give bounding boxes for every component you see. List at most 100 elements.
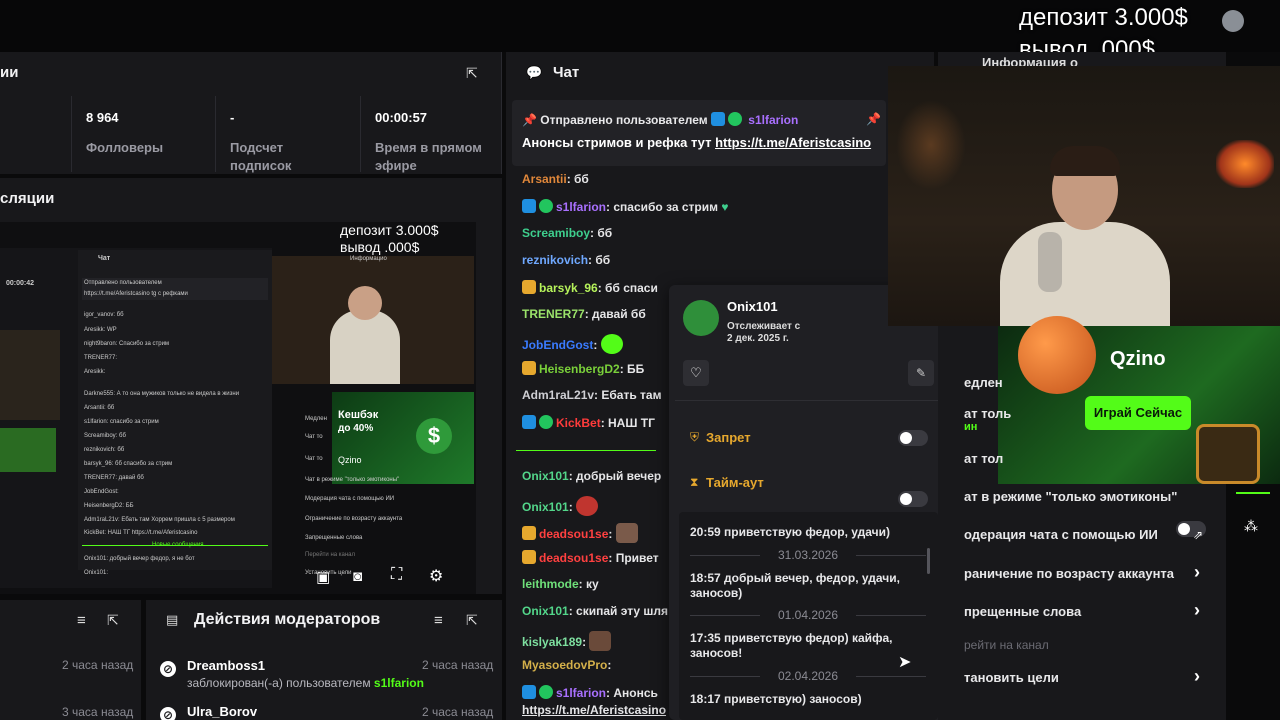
setting-age-restriction[interactable]: раничение по возрасту аккаунта (964, 566, 1174, 581)
chat-text: : спасибо за стрим (606, 200, 722, 214)
pinned-link[interactable]: https://t.me/Aferistcasino (715, 135, 871, 150)
chat-user[interactable]: s1lfarion (556, 686, 606, 700)
chat-user[interactable]: Onix101 (522, 469, 569, 483)
mouse-cursor-icon: ➤ (898, 654, 912, 671)
chat-user[interactable]: Onix101 (522, 500, 569, 514)
chat-text: : (608, 527, 613, 541)
setting-emotes-only[interactable]: ат в режиме "только эмотиконы" (964, 489, 1177, 504)
popout-icon-3[interactable]: ⇱ (466, 612, 478, 629)
chat-message: deadsou1se: Привет (522, 550, 659, 565)
chat-user[interactable]: deadsou1se (539, 527, 608, 541)
chevron-right-icon[interactable]: › (1194, 666, 1200, 687)
coin-icon (1222, 10, 1244, 32)
nested-line-0: Отправлено пользователем (84, 280, 162, 286)
nested-line-12: barsyk_96: бб спасибо за стрим (84, 461, 173, 467)
pinned-user[interactable]: s1lfarion (748, 113, 798, 127)
chat-user[interactable]: JobEndGost (522, 338, 593, 352)
settings-gear-icon[interactable]: ⚙ (429, 566, 443, 586)
chat-user[interactable]: barsyk_96 (539, 281, 598, 295)
dots-icon[interactable]: ⁂ (1244, 518, 1258, 535)
nested-webcam-person (330, 310, 400, 384)
chat-text: : Анонсь (606, 686, 658, 700)
mod-actions-title: Действия модераторов (194, 611, 381, 628)
nested-line-18: Onix101: добрый вечер федор, я не бот (84, 556, 195, 562)
hourglass-icon: ⧗ (690, 475, 699, 489)
chat-user[interactable]: TRENER77 (522, 307, 585, 321)
unpin-icon[interactable]: 📌 (866, 112, 881, 126)
ban-icon-2: ⊘ (160, 707, 176, 720)
filter-icon-2[interactable]: ≡ (434, 612, 443, 629)
chat-user[interactable]: MyasoedovPro (522, 658, 607, 672)
popout-icon[interactable]: ⇱ (466, 65, 478, 82)
setting-followers-only[interactable]: ат толь (964, 406, 1011, 421)
chat-user[interactable]: Onix101 (522, 604, 569, 618)
popout-icon-2[interactable]: ⇱ (107, 612, 119, 629)
setting-ai-moderation[interactable]: одерация чата с помощью ИИ (964, 527, 1158, 542)
setting-subs-only[interactable]: ат тол (964, 451, 1003, 466)
mute-icon[interactable]: ✎ (908, 360, 934, 386)
nested-line-7: Darkne555: А то она мужиков только не ви… (84, 391, 240, 397)
mod-row-by[interactable]: s1lfarion (374, 676, 424, 690)
verified-badge-icon (539, 685, 553, 699)
chat-user[interactable]: kislyak189 (522, 635, 582, 649)
filter-icon[interactable]: ≡ (77, 612, 86, 629)
chat-text: : ку (578, 577, 599, 591)
user-card-name[interactable]: Onix101 (727, 299, 778, 314)
emote-icon (600, 334, 623, 354)
camera-icon[interactable]: ◙ (353, 568, 362, 585)
chat-user[interactable]: reznikovich (522, 253, 588, 267)
chevron-right-icon[interactable]: › (1194, 600, 1200, 621)
chat-message: KickBet: НАШ ТГ (522, 415, 655, 430)
chat-message: MyasoedovPro: (522, 658, 611, 672)
chat-text: : Привет (608, 551, 659, 565)
chat-message: Onix101: добрый вечер (522, 469, 661, 483)
mod-row-name-1[interactable]: Ulra_Borov (187, 704, 257, 719)
chat-user[interactable]: Arsantii (522, 172, 567, 186)
chat-text: : (593, 338, 598, 352)
ban-label[interactable]: Запрет (706, 430, 751, 445)
follow-heart-icon[interactable]: ♡ (683, 360, 709, 386)
setting-slow-mode[interactable]: едлен (964, 375, 1003, 390)
fullscreen-icon[interactable]: ⛶ (391, 566, 402, 584)
user-card-following-date: 2 дек. 2025 г. (727, 333, 789, 344)
go-to-channel-link[interactable]: рейти на канал (964, 638, 1049, 652)
chat-message: s1lfarion: спасибо за стрим ♥ (522, 199, 728, 214)
mod-row-name-0[interactable]: Dreamboss1 (187, 658, 265, 673)
stat-uptime: 00:00:57 Время в прямом эфире (361, 96, 502, 173)
chat-user[interactable]: Screamiboy (522, 226, 590, 240)
stream-info-title: ии (0, 64, 19, 81)
history-scrollbar[interactable] (927, 548, 930, 574)
chevron-right-icon[interactable]: › (1194, 562, 1200, 583)
chat-user[interactable]: Adm1raL21v (522, 388, 594, 402)
timeout-toggle[interactable] (898, 491, 928, 507)
nested-line-17: KickBet: НАШ ТГ https://t.me/Aferistcasi… (84, 530, 198, 536)
ban-toggle[interactable] (898, 430, 928, 446)
pinned-message[interactable] (512, 100, 886, 166)
moderator-badge-icon (522, 685, 536, 699)
nested-line-1: https://t.me/Aferistcasino tg с рефками (84, 291, 188, 297)
ad-brand: Qzino (1110, 348, 1166, 370)
chat-title: Чат (553, 64, 580, 81)
divider (675, 400, 944, 401)
chat-user[interactable]: s1lfarion (556, 200, 606, 214)
setting-set-goals[interactable]: тановить цели (964, 670, 1059, 685)
stat-subs-label: Подсчет подписок (230, 140, 292, 173)
screenshot-icon[interactable]: ▣ (316, 568, 330, 586)
verified-badge-icon (727, 112, 742, 126)
nested-line-10: Screamiboy: бб (84, 433, 126, 439)
chat-user[interactable]: HeisenbergD2 (539, 362, 620, 376)
chat-user[interactable]: deadsou1se (539, 551, 608, 565)
chat-user[interactable]: KickBet (556, 416, 601, 430)
pinned-header: 📌 Отправлено пользователем s1lfarion (522, 112, 798, 127)
chat-text: : бб (590, 226, 613, 240)
setting-banned-words[interactable]: прещенные слова (964, 604, 1081, 619)
chat-user[interactable]: leithmode (522, 577, 579, 591)
nested-line-19: Onix101: (84, 570, 109, 576)
streamer-hair (1050, 146, 1120, 176)
nested-promo-title: Кешбэк (338, 409, 379, 421)
external-link-icon[interactable]: ⇗ (1193, 528, 1203, 542)
play-now-button[interactable]: Играй Сейчас (1085, 396, 1191, 430)
timeout-label[interactable]: Тайм-аут (706, 475, 764, 490)
bl-time-0: 2 часа назад (62, 658, 134, 672)
chat-last-link[interactable]: https://t.me/Aferistcasino (522, 703, 666, 717)
